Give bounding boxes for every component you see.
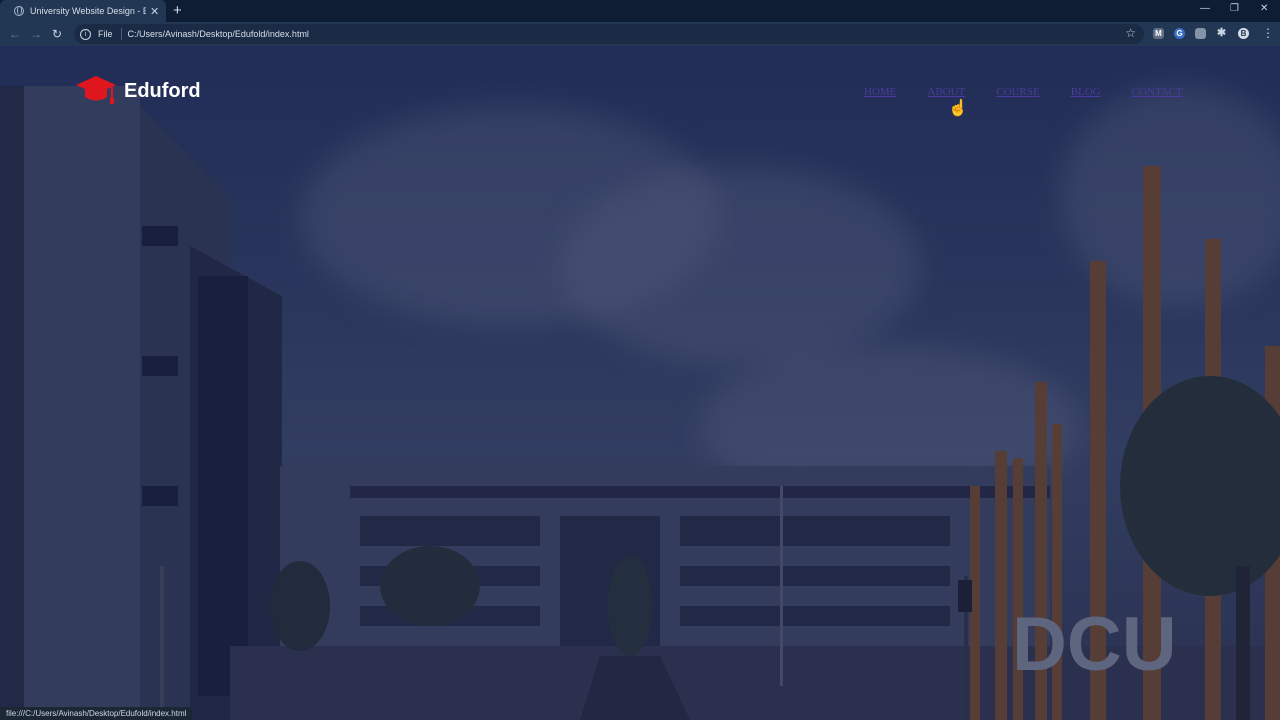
site-logo[interactable]: Eduford xyxy=(76,74,201,108)
extension-m-icon[interactable]: M xyxy=(1153,28,1164,39)
new-tab-button[interactable]: + xyxy=(173,2,182,19)
nav-link-blog[interactable]: BLOG xyxy=(1071,86,1101,98)
back-icon[interactable]: ← xyxy=(9,27,21,41)
omnibox-scheme: File xyxy=(98,29,113,39)
hand-cursor-icon: ☝ xyxy=(948,100,968,117)
extensions-puzzle-icon[interactable]: ✱ xyxy=(1216,28,1227,39)
profile-avatar-icon[interactable]: B xyxy=(1238,28,1249,39)
nav-link-contact[interactable]: CONTACT xyxy=(1132,86,1183,98)
omnibox-separator xyxy=(120,28,122,40)
bookmark-star-icon[interactable]: ☆ xyxy=(1125,26,1136,40)
graduation-cap-icon xyxy=(76,76,116,104)
globe-icon xyxy=(14,6,24,16)
address-bar[interactable]: i File C:/Users/Avinash/Desktop/Edufold/… xyxy=(74,24,1144,44)
status-bar-url: file:///C:/Users/Avinash/Desktop/Edufold… xyxy=(0,707,193,720)
main-nav: HOME ABOUT COURSE BLOG CONTACT xyxy=(864,86,1214,98)
hero-section: DCU Eduford HOME ABOUT COURSE BLOG CONTA… xyxy=(0,46,1280,720)
extension-g-icon[interactable]: G xyxy=(1174,28,1185,39)
close-window-icon[interactable]: ✕ xyxy=(1260,3,1268,14)
nav-link-about[interactable]: ABOUT xyxy=(927,86,965,98)
nav-link-course[interactable]: COURSE xyxy=(996,86,1039,98)
forward-icon[interactable]: → xyxy=(30,27,42,41)
tab-title: University Website Design - Eas xyxy=(30,6,146,16)
close-tab-icon[interactable]: ✕ xyxy=(150,5,159,18)
menu-kebab-icon[interactable]: ⋮ xyxy=(1262,27,1274,39)
url-text[interactable]: C:/Users/Avinash/Desktop/Edufold/index.h… xyxy=(128,29,309,39)
minimize-icon[interactable]: — xyxy=(1200,3,1210,14)
browser-toolbar: ← → ↻ i File C:/Users/Avinash/Desktop/Ed… xyxy=(0,22,1280,46)
restore-icon[interactable]: ❐ xyxy=(1230,3,1239,14)
tab-bar: University Website Design - Eas ✕ + — ❐ … xyxy=(0,0,1280,22)
hero-overlay xyxy=(0,46,1280,720)
info-icon[interactable]: i xyxy=(80,28,91,40)
extension-camera-icon[interactable] xyxy=(1195,28,1206,39)
nav-link-home[interactable]: HOME xyxy=(864,86,896,98)
logo-text: Eduford xyxy=(124,79,201,102)
reload-icon[interactable]: ↻ xyxy=(52,27,62,41)
browser-tab[interactable]: University Website Design - Eas ✕ xyxy=(0,0,166,22)
